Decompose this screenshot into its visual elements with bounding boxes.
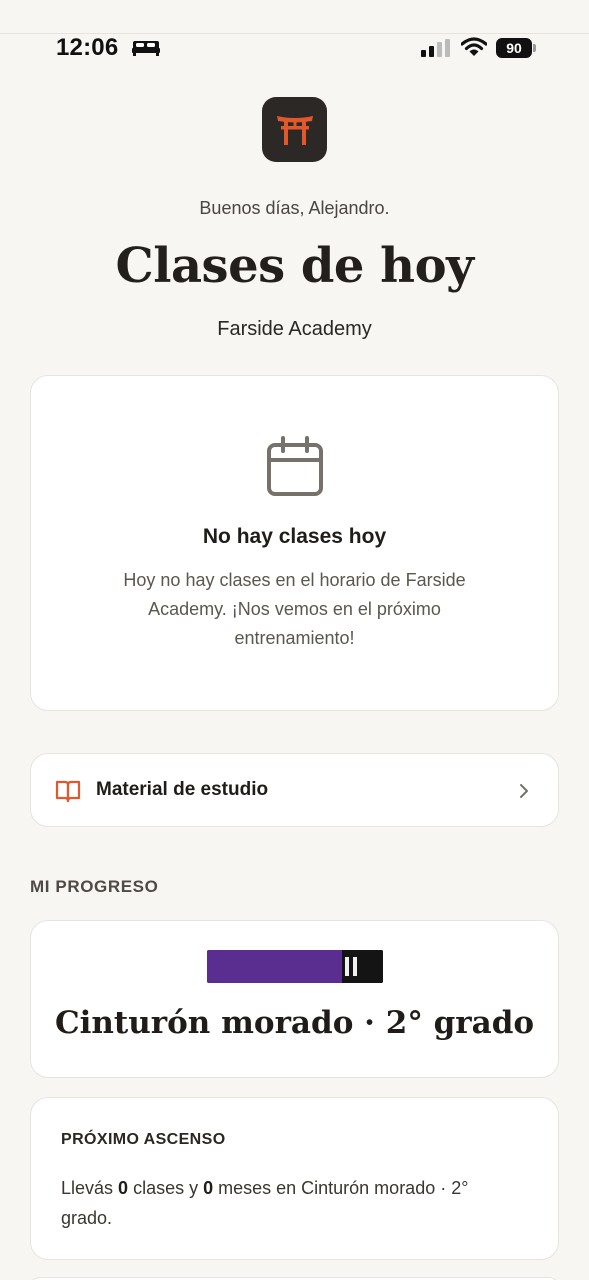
next-promotion-card: PRÓXIMO ASCENSO Llevás 0 clases y 0 mese… <box>30 1097 559 1260</box>
classes-count: 0 <box>118 1178 129 1198</box>
next-text-prefix: Llevás <box>61 1178 119 1198</box>
next-promotion-text: Llevás 0 clases y 0 meses en Cinturón mo… <box>61 1173 518 1233</box>
empty-state-title: No hay clases hoy <box>202 525 387 548</box>
belt-graphic <box>207 950 383 983</box>
empty-state-card: No hay clases hoy Hoy no hay clases en e… <box>30 375 559 711</box>
belt-card: Cinturón morado · 2° grado <box>30 920 559 1078</box>
academy-name: Farside Academy <box>217 318 372 340</box>
greeting-text: Buenos días, Alejandro. <box>199 198 390 218</box>
signal-icon <box>421 39 450 57</box>
bed-icon <box>132 41 160 56</box>
belt-stripe <box>345 957 349 976</box>
study-material-button[interactable]: Material de estudio <box>30 753 559 827</box>
next-promotion-label: PRÓXIMO ASCENSO <box>61 1131 226 1148</box>
calendar-icon <box>267 436 323 496</box>
status-time: 12:06 <box>56 34 119 61</box>
battery-icon: 90 <box>496 38 538 58</box>
status-bar: 12:06 90 <box>0 34 589 64</box>
battery-tip <box>533 44 536 52</box>
belt-name: Cinturón morado · 2° grado <box>54 1005 535 1041</box>
belt-color <box>207 950 342 983</box>
next-text-middle: clases y <box>128 1178 204 1198</box>
book-icon <box>55 780 81 803</box>
wifi-icon <box>461 37 487 56</box>
academy-logo <box>262 97 327 162</box>
chevron-right-icon <box>520 784 528 798</box>
empty-state-text: Hoy no hay clases en el horario de Farsi… <box>123 570 466 648</box>
belt-rank-bar <box>342 950 383 983</box>
battery-level: 90 <box>496 38 532 58</box>
study-material-label: Material de estudio <box>96 779 269 800</box>
belt-stripe <box>353 957 357 976</box>
torii-gate-icon <box>276 115 313 145</box>
progress-section-label: MI PROGRESO <box>30 877 159 896</box>
page-title: Clases de hoy <box>115 238 474 294</box>
months-count: 0 <box>203 1178 214 1198</box>
